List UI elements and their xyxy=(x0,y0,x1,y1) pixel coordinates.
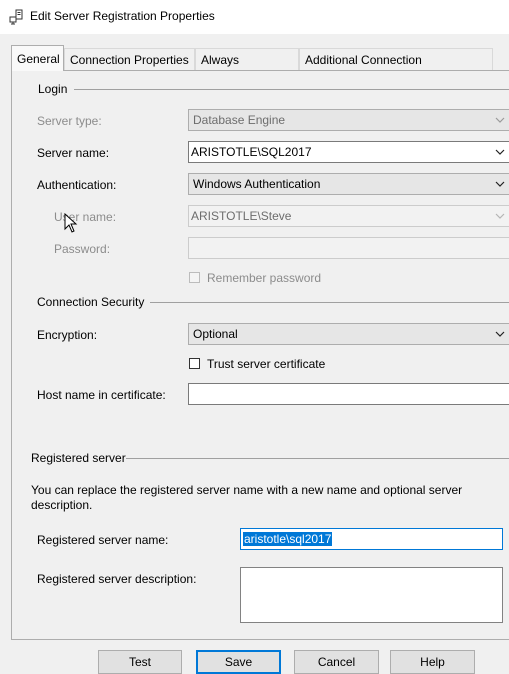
tab-general[interactable]: General xyxy=(11,45,64,71)
test-button[interactable]: Test xyxy=(98,650,182,674)
login-separator xyxy=(74,89,509,90)
server-type-select: Database Engine xyxy=(188,109,509,131)
encryption-label: Encryption: xyxy=(37,328,98,342)
password-label: Password: xyxy=(54,242,111,256)
host-name-field[interactable] xyxy=(188,383,509,405)
window-title: Edit Server Registration Properties xyxy=(30,9,215,23)
chevron-down-icon xyxy=(495,117,505,123)
server-name-combobox[interactable]: ARISTOTLE\SQL2017 xyxy=(188,141,509,163)
registered-server-group-label: Registered server xyxy=(31,451,126,465)
server-type-value: Database Engine xyxy=(193,113,286,127)
remember-password-checkbox xyxy=(189,272,200,283)
remember-password-label: Remember password xyxy=(207,271,322,285)
tab-connection-properties[interactable]: Connection Properties xyxy=(64,48,195,70)
registered-server-description-field[interactable] xyxy=(240,567,503,623)
user-name-combobox: ARISTOTLE\Steve xyxy=(188,205,509,227)
registered-server-description-text: You can replace the registered server na… xyxy=(31,483,463,512)
registered-server-name-value: aristotle\sql2017 xyxy=(243,532,333,546)
authentication-value: Windows Authentication xyxy=(193,177,321,191)
encryption-value: Optional xyxy=(193,327,238,341)
server-name-label: Server name: xyxy=(37,146,110,160)
connection-security-group-label: Connection Security xyxy=(37,295,145,309)
encryption-select[interactable]: Optional xyxy=(188,323,509,345)
user-name-value: ARISTOTLE\Steve xyxy=(191,209,292,223)
server-type-label: Server type: xyxy=(37,114,102,128)
authentication-select[interactable]: Windows Authentication xyxy=(188,173,509,195)
save-button[interactable]: Save xyxy=(196,650,281,674)
security-separator xyxy=(150,302,509,303)
mouse-cursor-icon xyxy=(64,213,78,233)
trust-server-certificate-label: Trust server certificate xyxy=(207,357,326,371)
authentication-label: Authentication: xyxy=(37,178,117,192)
chevron-down-icon[interactable] xyxy=(495,148,505,156)
chevron-down-icon xyxy=(495,213,505,219)
registered-separator xyxy=(126,458,509,459)
registered-server-name-label: Registered server name: xyxy=(37,533,169,547)
server-name-value: ARISTOTLE\SQL2017 xyxy=(191,145,312,159)
cancel-button[interactable]: Cancel xyxy=(294,650,379,674)
trust-server-certificate-checkbox[interactable] xyxy=(189,358,200,369)
help-button[interactable]: Help xyxy=(390,650,475,674)
login-group-label: Login xyxy=(38,82,68,96)
registered-server-name-field[interactable]: aristotle\sql2017 xyxy=(240,528,503,550)
server-registration-icon xyxy=(9,9,23,25)
chevron-down-icon[interactable] xyxy=(495,180,505,188)
host-name-label: Host name in certificate: xyxy=(37,388,166,402)
tab-additional-connection-parameters[interactable]: Additional Connection Parameters xyxy=(299,48,493,89)
chevron-down-icon[interactable] xyxy=(495,330,505,338)
tab-always-encrypted[interactable]: Always Encrypted xyxy=(195,48,299,89)
password-field xyxy=(188,237,509,259)
registered-server-description-label: Registered server description: xyxy=(37,572,197,586)
